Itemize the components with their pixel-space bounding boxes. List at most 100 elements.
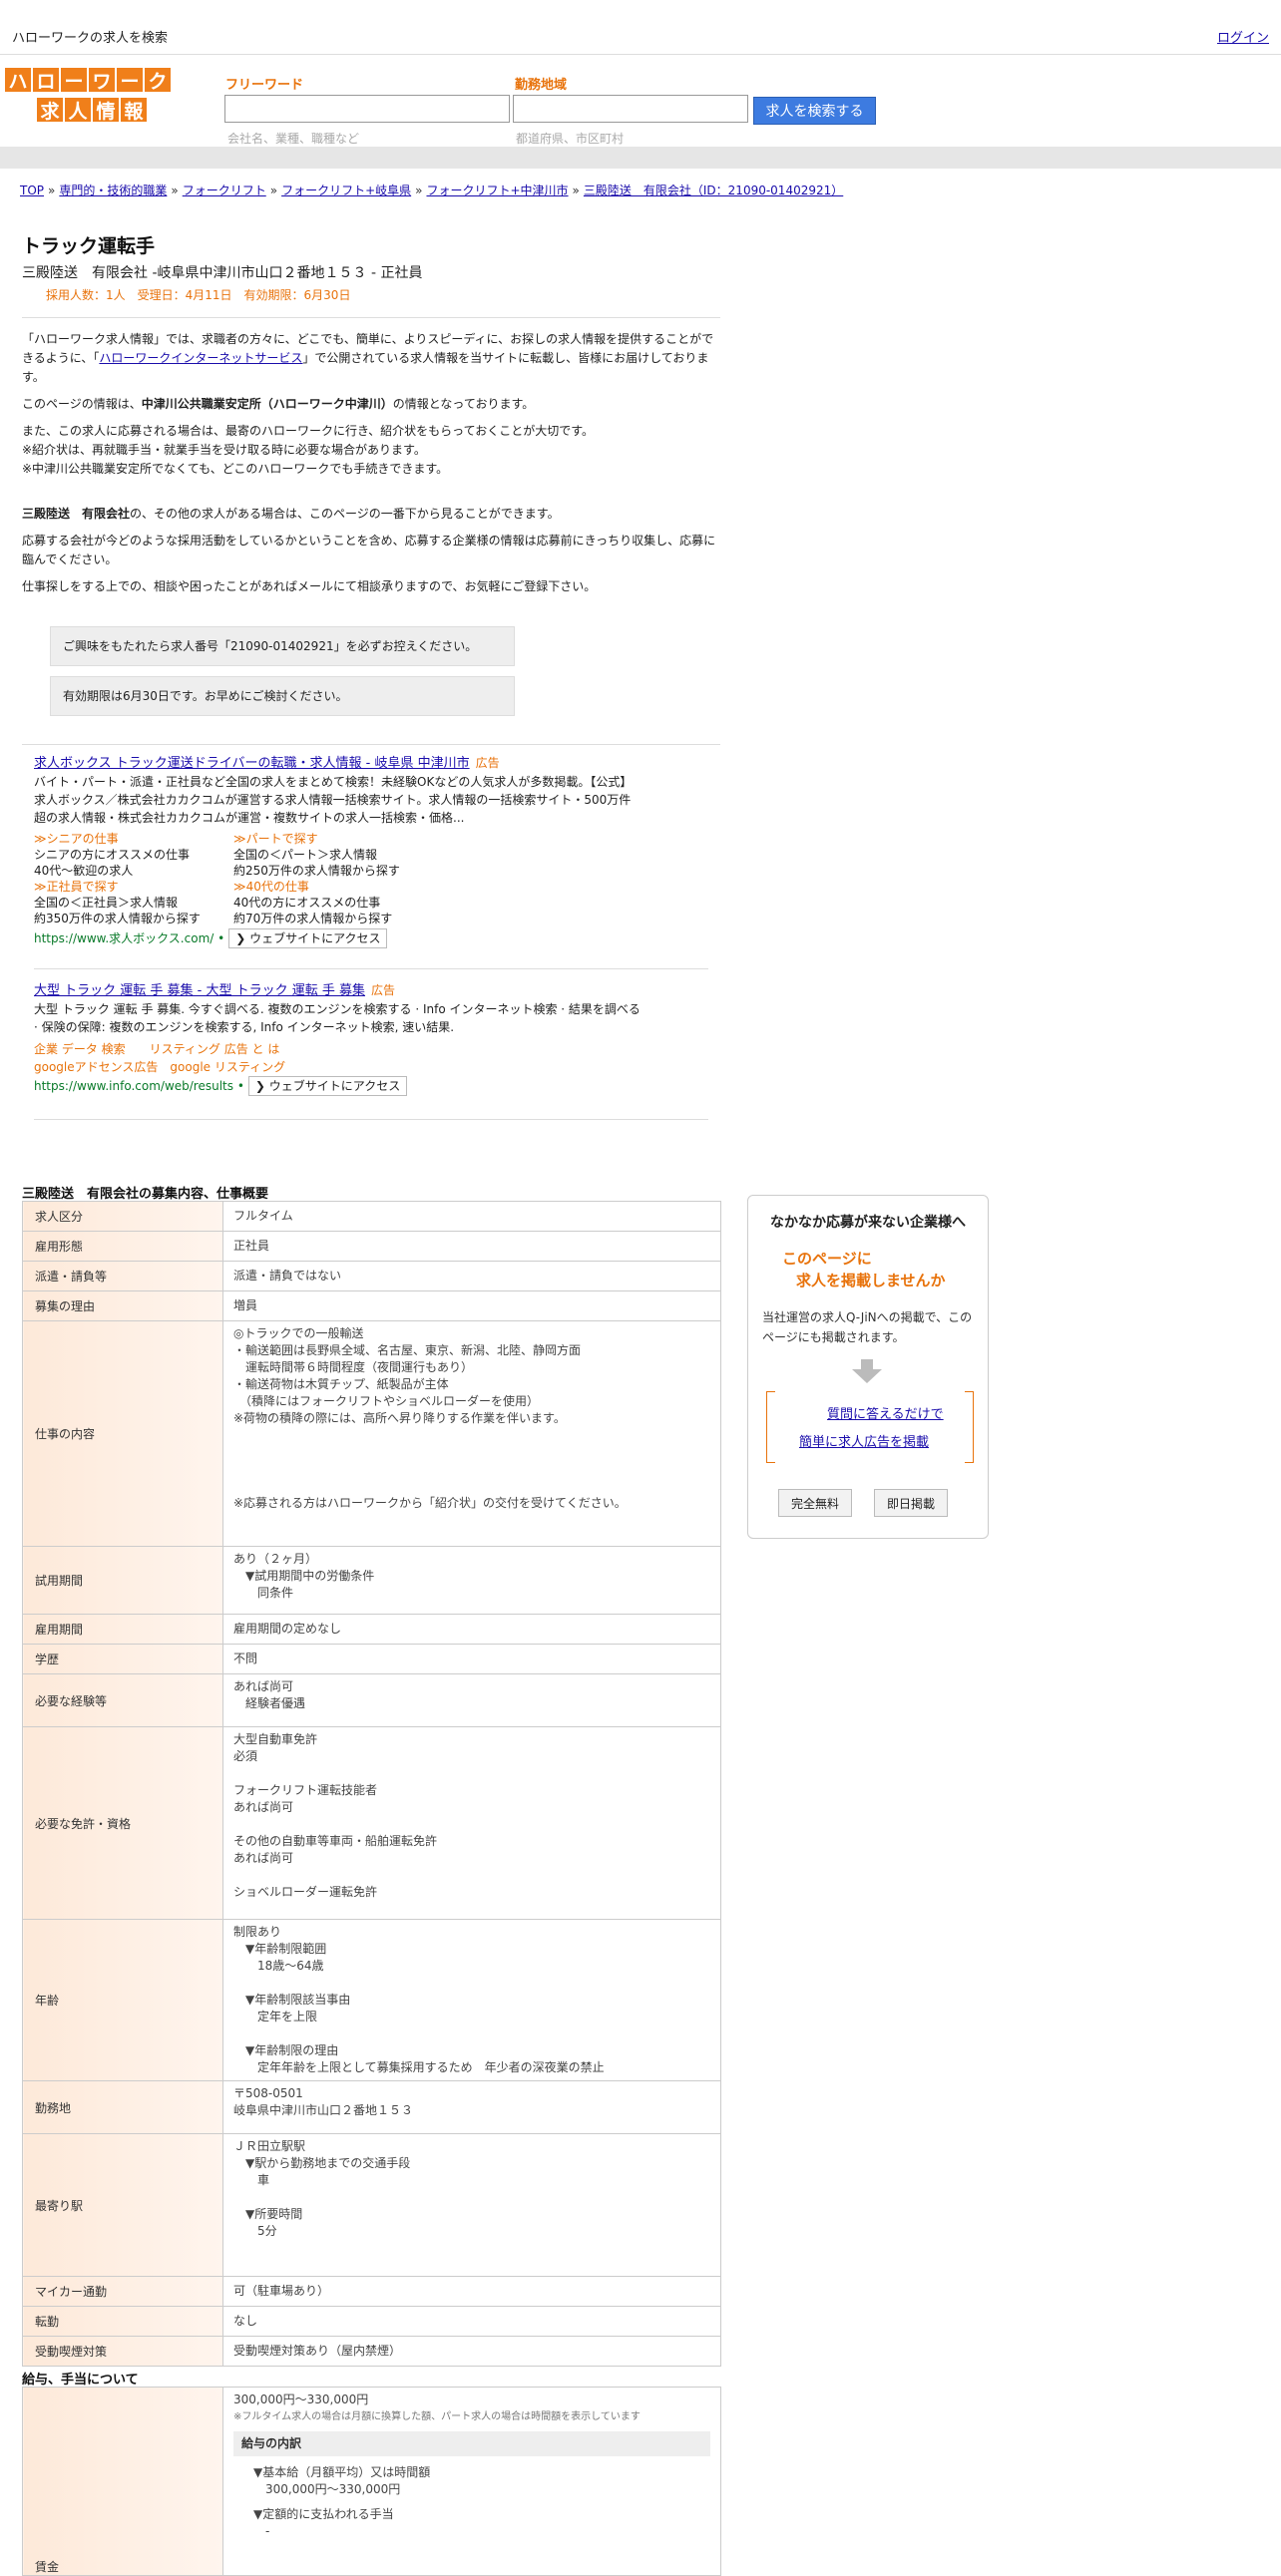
logo-char: 情 [92,97,120,123]
visit-website-button[interactable]: ❯ ウェブサイトにアクセス [228,928,388,948]
ad-block: 大型 トラック 運転 手 募集 - 大型 トラック 運転 手 募集 広告 大型 ト… [34,981,712,1096]
promo-box: なかなか応募が来ない企業様へ このページに 求人を掲載しませんか 当社運営の求人… [747,1195,989,1539]
job-title: トラック運転手 [22,235,156,257]
area-label: 勤務地域 [515,78,568,93]
row-value: なし [222,2306,721,2337]
row-label: 仕事の内容 [22,1320,223,1547]
promo-link-question[interactable]: 質問に答えるだけで [827,1403,944,1422]
row-label: 年齢 [22,1919,223,2081]
source-text: の情報となっております。 [392,397,535,411]
company-name: 三殿陸送 有限会社 [22,507,131,521]
row-label: マイカー通勤 [22,2276,223,2307]
area-input[interactable] [513,95,748,123]
promo-headline: 求人を掲載しませんか [796,1272,946,1289]
table-row: 雇用期間 雇用期間の定めなし [22,1614,721,1645]
salary-value: 300,000円〜330,000円 ※フルタイム求人の場合は月額に換算した額、パ… [222,2387,721,2576]
row-value: あり（２ヶ月） ▼試用期間中の労働条件 同条件 [222,1546,721,1615]
ad-description: バイト・パート・派遣・正社員など全国の求人をまとめて検索！未経験OKなどの人気求… [34,775,633,825]
ad-tag: 広告 [371,983,396,997]
ad-links[interactable]: googleアドセンス広告 google リスティング [34,1058,712,1076]
source-text: このページの情報は、 [22,397,142,411]
ad-tag: 広告 [475,756,500,770]
job-details-table: 求人区分 フルタイム 雇用形態 正社員 派遣・請負等 派遣・請負ではない 募集の理由 増員 仕事… [22,1201,721,2367]
search-button[interactable]: 求人を検索する [753,97,876,125]
row-label: 求人区分 [22,1201,223,1232]
table-row: 試用期間 あり（２ヶ月） ▼試用期間中の労働条件 同条件 [22,1546,721,1615]
row-value: あれば尚可 経験者優遇 [222,1673,721,1727]
sitelink[interactable]: ≫正社員で探す [34,880,119,894]
row-value: フルタイム [222,1201,721,1232]
ad-url[interactable]: https://www.求人ボックス.com/ [34,931,214,945]
freeword-label: フリーワード [225,78,304,93]
table-row: 最寄り駅 ＪＲ田立駅駅 ▼駅から勤務地までの交通手段 車 ▼所要時間 5分 [22,2133,721,2277]
row-label: 必要な免許・資格 [22,1726,223,1920]
details-section-title: 三殿陸送 有限会社の募集内容、仕事概要 [22,1187,269,1202]
freeword-input[interactable] [224,95,510,123]
logo-char: 報 [120,97,148,123]
hellowork-internet-link[interactable]: ハローワークインターネットサービス [99,351,302,365]
ad-links[interactable]: 企業 データ 検索 リスティング 広告 と は [34,1040,712,1058]
table-row: 年齢 制限あり ▼年齢制限範囲 18歳〜64歳 ▼年齢制限該当事由 定年を上限 ▼… [22,1919,721,2081]
sitelink[interactable]: ≫シニアの仕事 [34,832,119,846]
source-office: 中津川公共職業安定所（ハローワーク中津川） [141,397,393,411]
row-value: 雇用期間の定めなし [222,1614,721,1645]
table-row: 賃金 300,000円〜330,000円 ※フルタイム求人の場合は月額に換算した… [22,2387,721,2576]
breadcrumb-item[interactable]: 三殿陸送 有限会社（ID：21090-01402921） [584,184,843,197]
other-jobs-text: の、その他の求人がある場合は、このページの一番下から見ることができます。 [130,507,560,521]
salary-item: ▼基本給（月額平均）又は時間額 [253,2465,431,2479]
promo-links: 質問に答えるだけで 簡単に求人広告を掲載 [766,1391,974,1463]
sitelink-desc: 約70万件の求人情報から探す [233,912,393,925]
referral-line: ※中津川公共職業安定所でなくても、どこのハローワークでも手続きできます。 [22,462,449,476]
table-row: 派遣・請負等 派遣・請負ではない [22,1261,721,1291]
gray-band [0,147,1281,169]
referral-line: ※紹介状は、再就職手当・就業手当を受け取る時に必要な場合があります。 [22,443,426,457]
breadcrumb-item[interactable]: フォークリフト+岐阜県 [281,184,411,197]
table-row: 勤務地 〒508-0501 岐阜県中津川市山口２番地１５３ [22,2080,721,2134]
breadcrumb-item[interactable]: フォークリフト [183,184,266,197]
breadcrumb-separator: » [171,184,179,197]
salary-table: 賃金 300,000円〜330,000円 ※フルタイム求人の場合は月額に換算した… [22,2387,721,2576]
row-label: 最寄り駅 [22,2133,223,2277]
free-button[interactable]: 完全無料 [778,1489,853,1517]
deadline-notice: 有効期限は6月30日です。お早めにご検討ください。 [50,676,515,716]
logo-char: ク [144,67,172,93]
contact-paragraph: 仕事探しをする上での、相談や困ったことがあればメールにて相談承りますので、お気軽… [22,579,597,593]
ad-title-link[interactable]: 大型 トラック 運転 手 募集 - 大型 トラック 運転 手 募集 [34,983,365,998]
ad-url[interactable]: https://www.info.com/web/results [34,1079,233,1093]
sitelink[interactable]: ≫40代の仕事 [233,880,309,894]
source-paragraph: このページの情報は、中津川公共職業安定所（ハローワーク中津川）の情報となっており… [22,395,720,414]
same-day-button[interactable]: 即日掲載 [874,1489,949,1517]
logo-char: ー [116,67,144,93]
salary-item: ▼定額的に支払われる手当 [253,2507,394,2521]
row-label: 受動喫煙対策 [22,2336,223,2367]
hellowork-logo[interactable]: ハローワーク 求人情報 [4,67,180,123]
row-value: 制限あり ▼年齢制限範囲 18歳〜64歳 ▼年齢制限該当事由 定年を上限 ▼年齢… [222,1919,721,2081]
ad-title-link[interactable]: 求人ボックス トラック運送ドライバーの転職・求人情報 - 岐阜県 中津川市 [34,756,470,771]
logo-char: ー [60,67,88,93]
row-value: 大型自動車免許 必須 フォークリフト運転技能者 あれば尚可 その他の自動車等車両… [222,1726,721,1920]
promo-text: 当社運営の求人Q-JiNへの掲載で、このページにも掲載されます。 [762,1310,973,1344]
table-row: 必要な経験等 あれば尚可 経験者優遇 [22,1673,721,1727]
row-label: 派遣・請負等 [22,1261,223,1291]
promo-headline: このページに [782,1250,872,1268]
main-content: トラック運転手 三殿陸送 有限会社 -岐阜県中津川市山口２番地１５３ - 正社員… [22,231,720,726]
arrow-down-icon [852,1359,882,1383]
referral-line: また、この求人に応募される場合は、最寄のハローワークに行き、紹介状をもらっておく… [22,424,595,438]
breadcrumb-item[interactable]: 専門的・技術的職業 [59,184,167,197]
breadcrumb-item[interactable]: フォークリフト+中津川市 [426,184,568,197]
promo-link-post-ad[interactable]: 簡単に求人広告を掲載 [799,1431,929,1450]
row-value: ＪＲ田立駅駅 ▼駅から勤務地までの交通手段 車 ▼所要時間 5分 [222,2133,721,2277]
referral-paragraph: また、この求人に応募される場合は、最寄のハローワークに行き、紹介状をもらっておく… [22,422,720,479]
row-value: ◎トラックでの一般輸送 ・輸送範囲は長野県全域、名古屋、東京、新潟、北陸、静岡方… [222,1320,721,1547]
row-value: 不問 [222,1644,721,1674]
row-label: 雇用形態 [22,1231,223,1262]
row-label: 雇用期間 [22,1614,223,1645]
sitelink[interactable]: ≫パートで探す [233,832,318,846]
salary-item: - [253,2524,270,2538]
breadcrumb-item[interactable]: TOP [20,184,44,197]
logo-char: ロ [32,67,60,93]
job-subtitle: 三殿陸送 有限会社 -岐阜県中津川市山口２番地１５３ - 正社員 [22,265,423,281]
visit-website-button[interactable]: ❯ ウェブサイトにアクセス [247,1076,408,1096]
table-row: 求人区分 フルタイム [22,1201,721,1232]
login-link[interactable]: ログイン [1217,27,1269,46]
